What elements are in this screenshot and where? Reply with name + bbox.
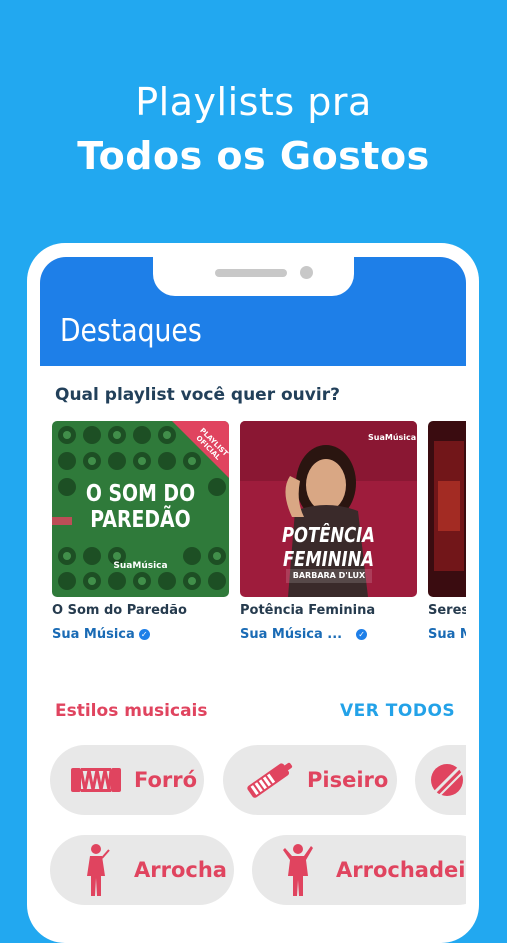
playlist-title[interactable]: Seres <box>428 603 466 618</box>
playlist-artist[interactable]: Sua M <box>428 627 466 642</box>
keytar-icon <box>239 752 299 808</box>
verified-icon: ✓ <box>356 629 368 640</box>
cover-brand-logo: SuaMúsica <box>113 561 168 571</box>
playlist-card-som-do-paredao[interactable]: PLAYLIST OFICIAL O SOM DO PAREDÃO SuaMús… <box>52 421 229 642</box>
page-title: Destaques <box>60 313 202 349</box>
playlist-artist[interactable]: Sua Música ... ✓ <box>240 627 368 642</box>
playlist-title[interactable]: O Som do Paredão <box>52 603 187 618</box>
singer-icon <box>66 842 126 898</box>
speaker <box>215 269 287 277</box>
genre-label: Arrocha <box>134 858 227 882</box>
camera <box>300 266 313 279</box>
genre-pill-partial[interactable] <box>415 745 466 815</box>
genre-pill-piseiro[interactable]: Piseiro <box>223 745 397 815</box>
genre-icon <box>415 752 466 808</box>
app-bar: Destaques <box>40 257 466 366</box>
cover-title-1: O SOM DO <box>85 481 196 507</box>
genre-label: Arrochadeir <box>336 858 466 882</box>
phone-notch <box>153 257 354 296</box>
estilos-heading: Estilos musicais <box>55 701 208 721</box>
genre-pill-forro[interactable]: Forró <box>50 745 204 815</box>
genre-label: Piseiro <box>307 768 389 792</box>
playlist-cover[interactable]: SuaMúsica POTÊNCIA FEMININA BARBARA D'LU… <box>240 421 417 597</box>
playlist-card-potencia-feminina[interactable]: SuaMúsica POTÊNCIA FEMININA BARBARA D'LU… <box>240 421 417 642</box>
genre-pill-arrochadeira[interactable]: Arrochadeir <box>252 835 466 905</box>
genre-pill-arrocha[interactable]: Arrocha <box>50 835 234 905</box>
phone-frame: Destaques Qual playlist você quer ouvir? <box>27 243 479 943</box>
playlist-title[interactable]: Potência Feminina <box>240 603 375 618</box>
playlist-cover[interactable] <box>428 421 466 597</box>
ver-todos-link[interactable]: VER TODOS <box>340 701 455 721</box>
cover-brand-logo: SuaMúsica <box>368 433 417 442</box>
promo-line-2: Todos os Gostos <box>77 134 430 178</box>
phone-screen: Destaques Qual playlist você quer ouvir? <box>40 257 466 937</box>
playlist-card-seres[interactable]: Seres Sua M <box>428 421 466 642</box>
cover-title-1: POTÊNCIA <box>282 523 375 547</box>
playlist-artist[interactable]: Sua Música ✓ <box>52 627 150 642</box>
cover-subtitle: BARBARA D'LUX <box>292 571 366 580</box>
playlists-heading: Qual playlist você quer ouvir? <box>55 385 340 405</box>
accordion-icon <box>66 752 126 808</box>
verified-icon: ✓ <box>138 629 150 640</box>
promo-line-1: Playlists pra <box>135 80 372 124</box>
genre-label: Forró <box>134 768 198 792</box>
playlist-cover[interactable]: PLAYLIST OFICIAL O SOM DO PAREDÃO SuaMús… <box>52 421 229 597</box>
cover-title-2: PAREDÃO <box>90 507 191 533</box>
dancer-icon <box>268 842 328 898</box>
cover-title-2: FEMININA <box>282 547 375 571</box>
